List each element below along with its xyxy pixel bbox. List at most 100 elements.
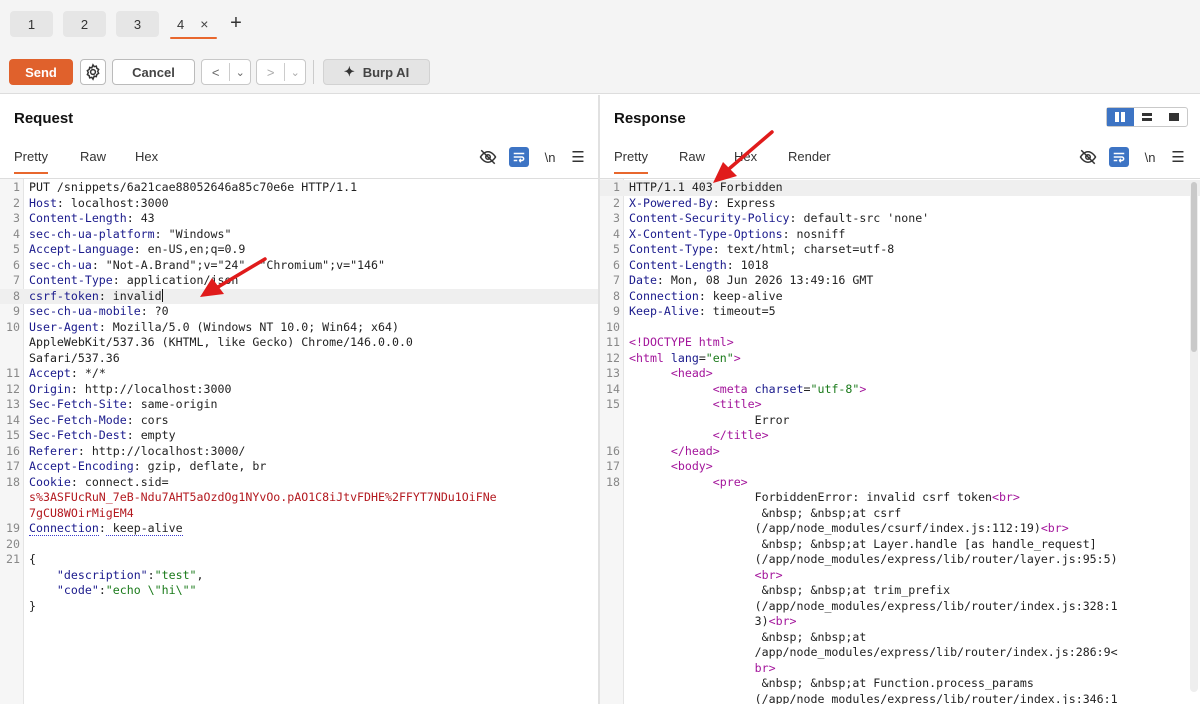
header-value: same-origin: [133, 397, 218, 411]
back-button[interactable]: <: [202, 65, 229, 80]
line-number: [600, 413, 620, 429]
line-text: <body>: [620, 459, 1200, 475]
line-text: <head>: [620, 366, 1200, 382]
header-name: Keep-Alive: [629, 304, 699, 318]
hide-icon[interactable]: [1078, 147, 1098, 167]
header-value: empty: [133, 428, 176, 442]
tab-hex[interactable]: Hex: [135, 149, 158, 164]
code-line: 16 Referer: http://localhost:3000/: [0, 444, 598, 460]
header-value: Mozilla/5.0 (Windows NT 10.0; Win64; x64…: [105, 319, 399, 334]
newline-icon[interactable]: \n: [1140, 147, 1160, 167]
line-number: [600, 630, 620, 646]
line-text: <meta charset="utf-8">: [712, 381, 867, 396]
tab-label: 2: [80, 16, 89, 32]
header-value: en-US,en;q=0.9: [140, 242, 246, 256]
header-name: Date: [629, 273, 657, 287]
line-number: [600, 661, 620, 677]
html-tag: <pre>: [712, 474, 748, 489]
code-line: 10: [600, 320, 1200, 336]
gear-icon[interactable]: [80, 59, 106, 85]
tab-raw[interactable]: Raw: [679, 149, 705, 164]
code-line: s%3ASFUcRuN_7eB-Ndu7AHT5aOzdOg1NYvOo.pAO…: [0, 490, 598, 506]
html-tag: <br>: [768, 614, 797, 628]
header-value: http://localhost:3000/: [84, 443, 246, 458]
line-text: [20, 537, 598, 553]
tab-2[interactable]: 2: [63, 11, 106, 37]
code-line: 7 Content-Type: application/json: [0, 273, 598, 289]
burp-ai-button[interactable]: ✦ Burp AI: [323, 59, 430, 85]
toolbar-separator: [313, 60, 314, 84]
line-number: [0, 583, 20, 599]
html-attribute: lang: [663, 350, 699, 365]
code-line: 2 Host: localhost:3000: [0, 196, 598, 212]
header-value: 1018: [733, 257, 769, 272]
line-text: 3)<br>: [754, 614, 797, 628]
code-line: 11 Accept: */*: [0, 366, 598, 382]
line-text: </title>: [620, 428, 1200, 444]
line-number: [600, 506, 620, 522]
line-text: Safari/537.36: [29, 350, 120, 365]
tab-3[interactable]: 3: [116, 11, 159, 37]
code-line: 6 Content-Length: 1018: [600, 258, 1200, 274]
line-number: [0, 490, 20, 506]
response-editor[interactable]: 1 HTTP/1.1 403 Forbidden 2 X-Powered-By: Ex…: [600, 178, 1200, 704]
hide-icon[interactable]: [478, 147, 498, 167]
close-tab-icon[interactable]: ×: [200, 16, 208, 32]
back-history-dropdown[interactable]: ⌄: [230, 66, 250, 79]
line-text: Sec-Fetch-Dest: empty: [29, 428, 176, 442]
header-name: Accept-Language: [29, 242, 134, 256]
line-text: <!DOCTYPE html>: [620, 335, 1200, 351]
tab-pretty[interactable]: Pretty: [14, 149, 48, 174]
menu-icon[interactable]: ☰: [568, 147, 588, 167]
html-attribute-value: "utf-8": [810, 381, 860, 396]
tab-render[interactable]: Render: [788, 149, 831, 164]
horizontal-view-icon[interactable]: [1134, 108, 1161, 126]
line-text: &nbsp; &nbsp;at trim_prefix: [761, 583, 951, 597]
line-number: 20: [6, 536, 20, 551]
line-text: &nbsp; &nbsp;at csrf: [761, 505, 902, 520]
scrollbar-thumb[interactable]: [1191, 182, 1197, 352]
split-view-icon[interactable]: [1107, 108, 1134, 126]
line-text: {: [29, 552, 36, 566]
cookie-value: s%3ASFUcRuN_7eB-Ndu7AHT5aOzdOg1NYvOo.pAO…: [29, 490, 497, 504]
line-text: [620, 320, 1200, 336]
cancel-button[interactable]: Cancel: [112, 59, 195, 85]
code-line: }: [0, 599, 598, 615]
html-tag: <br>: [1040, 521, 1069, 535]
wrap-icon[interactable]: [1109, 147, 1129, 167]
send-button[interactable]: Send: [9, 59, 73, 85]
wrap-icon[interactable]: [509, 147, 529, 167]
html-tag: >: [859, 381, 867, 396]
request-editor[interactable]: 1 PUT /snippets/6a21cae88052646a85c70e6e …: [0, 178, 598, 704]
code-line: 11 <!DOCTYPE html>: [600, 335, 1200, 351]
code-line: 7 Date: Mon, 08 Jun 2026 13:49:16 GMT: [600, 273, 1200, 289]
tab-1[interactable]: 1: [10, 11, 53, 37]
line-text: <title>: [620, 397, 1200, 413]
header-name: Accept: [29, 366, 71, 380]
line-text: 7gCU8WOirMigEM4: [20, 506, 598, 522]
code-line: 17 <body>: [600, 459, 1200, 475]
tab-hex[interactable]: Hex: [734, 149, 757, 164]
request-editor-tools: \n ☰: [478, 147, 588, 169]
line-text: Host: localhost:3000: [29, 195, 169, 210]
newline-icon[interactable]: \n: [540, 147, 560, 167]
forward-history-dropdown[interactable]: ⌄: [285, 66, 305, 79]
line-text: AppleWebKit/537.36 (KHTML, like Gecko) C…: [29, 335, 413, 349]
line-number: [0, 506, 20, 522]
menu-icon[interactable]: ☰: [1168, 147, 1188, 167]
tab-raw[interactable]: Raw: [80, 149, 106, 164]
line-text: </head>: [620, 444, 1200, 460]
line-number: [0, 335, 20, 351]
line-number: [600, 490, 620, 506]
line-text: HTTP/1.1 403 Forbidden: [629, 180, 783, 194]
code-line: 6 sec-ch-ua: "Not-A.Brand";v="24", "Chrom…: [0, 258, 598, 274]
forward-button[interactable]: >: [257, 65, 284, 80]
vertical-scrollbar[interactable]: [1190, 182, 1198, 692]
header-name: sec-ch-ua-mobile: [29, 304, 141, 318]
line-text: &nbsp; &nbsp;at Function.process_params: [761, 676, 1034, 690]
tab-pretty[interactable]: Pretty: [614, 149, 648, 174]
single-view-icon[interactable]: [1160, 108, 1187, 126]
add-tab-button[interactable]: +: [227, 10, 245, 36]
line-number: 9: [613, 304, 620, 318]
tab-4[interactable]: 4 ×: [170, 11, 217, 39]
